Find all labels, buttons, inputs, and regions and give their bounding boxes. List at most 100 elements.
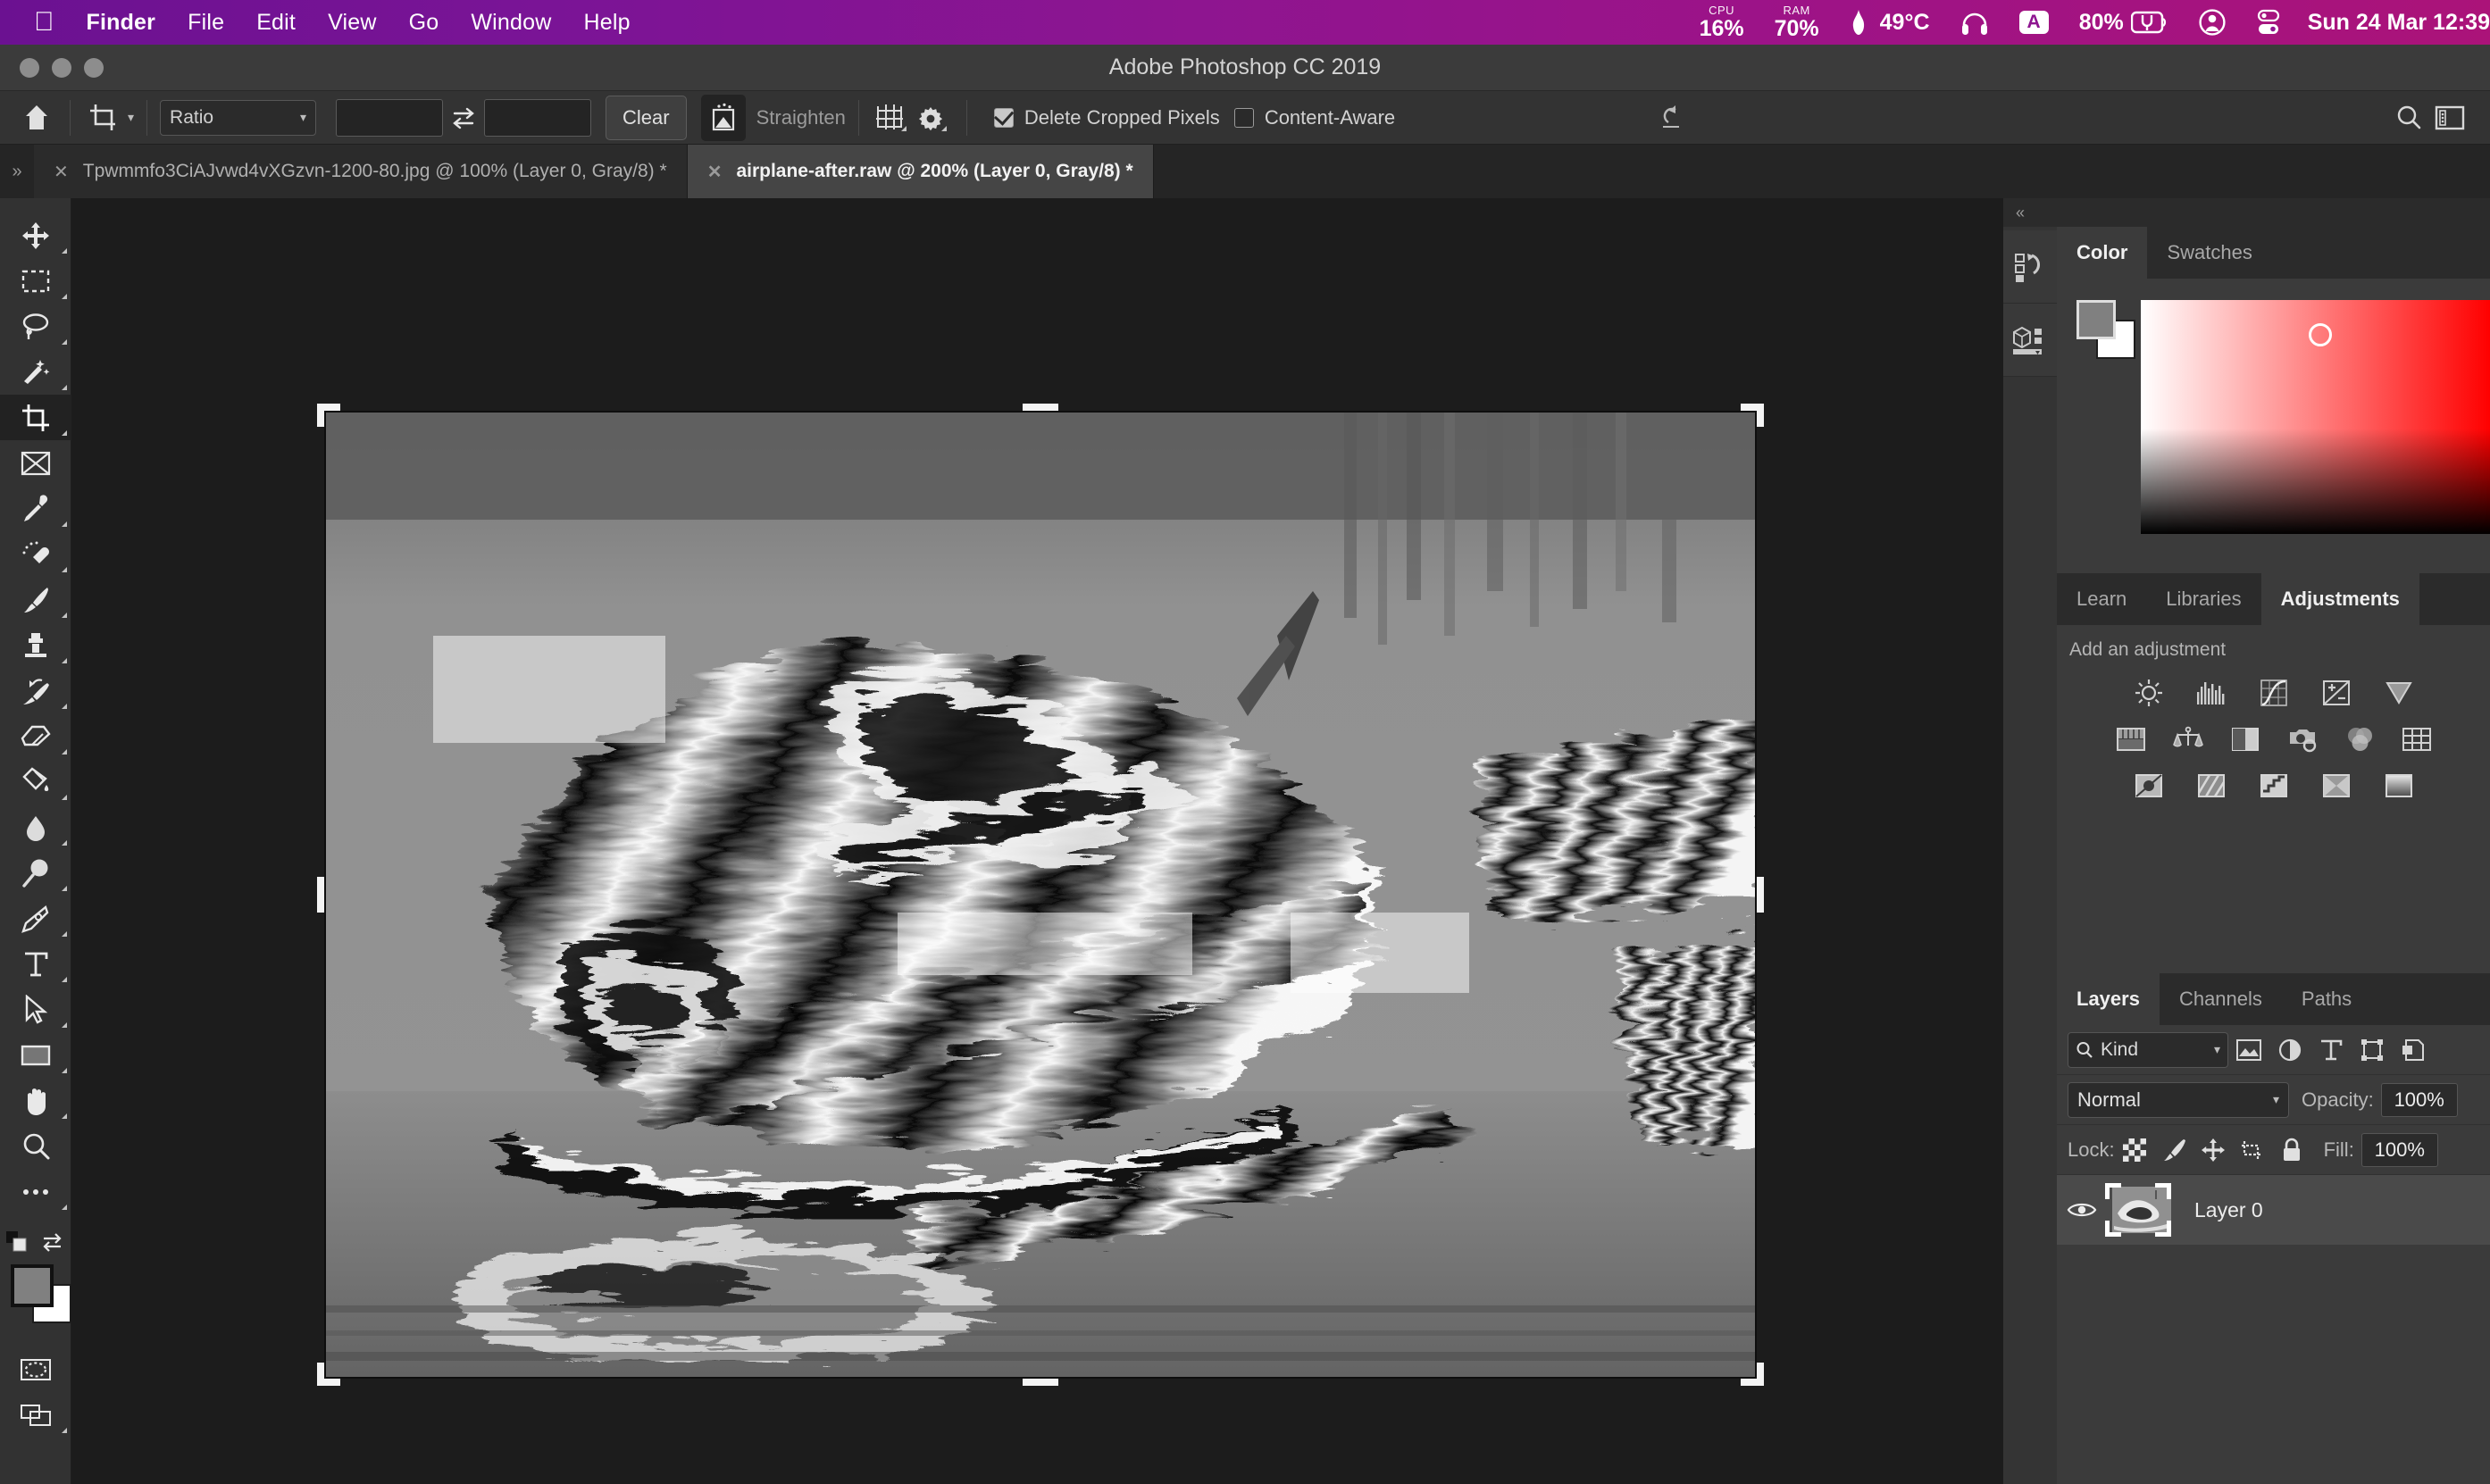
filter-adjustment-icon[interactable]: [2269, 1038, 2310, 1063]
straighten-label[interactable]: Straighten: [756, 106, 846, 129]
foreground-color-swatch[interactable]: [11, 1264, 54, 1307]
pen-tool[interactable]: [0, 896, 71, 941]
opacity-value[interactable]: 100%: [2380, 1082, 2458, 1117]
crop-handle-bottom-left[interactable]: [317, 1363, 340, 1386]
chevron-down-icon[interactable]: ▾: [128, 110, 134, 125]
battery-charging-icon[interactable]: [2130, 11, 2168, 34]
gear-icon[interactable]: [913, 97, 954, 138]
gradient-tool[interactable]: [0, 759, 71, 805]
hand-tool[interactable]: [0, 1078, 71, 1123]
ram-status[interactable]: RAM 70%: [1775, 4, 1819, 40]
spot-healing-tool[interactable]: [0, 531, 71, 577]
color-balance-icon[interactable]: [2168, 721, 2208, 757]
brush-tool[interactable]: [0, 577, 71, 622]
levels-icon[interactable]: [2192, 675, 2231, 711]
history-brush-tool[interactable]: [0, 668, 71, 713]
swap-colors-icon[interactable]: [41, 1231, 64, 1257]
headphones-icon[interactable]: [1960, 9, 1989, 36]
home-icon[interactable]: [16, 97, 57, 138]
curves-icon[interactable]: [2254, 675, 2294, 711]
canvas-area[interactable]: [71, 198, 2003, 1484]
threshold-icon[interactable]: [2254, 768, 2294, 804]
filter-smart-object-icon[interactable]: [2393, 1038, 2434, 1063]
tab-channels[interactable]: Channels: [2159, 973, 2282, 1025]
swap-arrows-icon[interactable]: [443, 104, 484, 131]
document-tab-2[interactable]: ✕ airplane-after.raw @ 200% (Layer 0, Gr…: [687, 145, 1154, 198]
history-panel-icon[interactable]: [2003, 230, 2057, 304]
photo-filter-icon[interactable]: [2283, 721, 2322, 757]
zoom-tool[interactable]: [0, 1123, 71, 1169]
default-colors-icon[interactable]: [5, 1230, 29, 1257]
crop-handle-top-right[interactable]: [1741, 404, 1764, 427]
invert-icon[interactable]: [2129, 768, 2168, 804]
black-white-icon[interactable]: [2226, 721, 2265, 757]
gradient-map-icon[interactable]: [2317, 768, 2356, 804]
crop-handle-top-center[interactable]: [1023, 404, 1058, 411]
delete-cropped-pixels-checkbox[interactable]: Delete Cropped Pixels: [993, 106, 1220, 129]
eye-icon[interactable]: [2057, 1200, 2107, 1220]
edit-toolbar-button[interactable]: [0, 1169, 71, 1214]
menu-item-edit[interactable]: Edit: [256, 10, 296, 36]
collapse-panels-icon[interactable]: «: [2003, 198, 2490, 227]
filter-type-icon[interactable]: [2310, 1038, 2352, 1063]
tab-paths[interactable]: Paths: [2281, 973, 2372, 1025]
eyedropper-tool[interactable]: [0, 486, 71, 531]
crop-height-input[interactable]: [484, 98, 592, 137]
tab-layers[interactable]: Layers: [2057, 973, 2160, 1025]
properties-3d-panel-icon[interactable]: [2003, 304, 2057, 377]
foreground-background-colors[interactable]: [0, 1264, 71, 1346]
color-picker-field[interactable]: [2141, 300, 2490, 534]
blend-mode-select[interactable]: Normal ▾: [2068, 1081, 2289, 1118]
layer-row[interactable]: Layer 0: [2057, 1175, 2490, 1245]
menu-item-window[interactable]: Window: [471, 10, 551, 36]
tab-libraries[interactable]: Libraries: [2146, 573, 2261, 625]
exposure-icon[interactable]: [2317, 675, 2356, 711]
quick-mask-button[interactable]: [0, 1346, 71, 1392]
reset-arrow-icon[interactable]: [1650, 97, 1692, 138]
foreground-color-swatch[interactable]: [2076, 300, 2116, 339]
crop-handle-middle-right[interactable]: [1757, 877, 1764, 913]
apple-logo-icon[interactable]: : [34, 9, 54, 36]
hue-saturation-icon[interactable]: [2111, 721, 2151, 757]
filter-shape-icon[interactable]: [2352, 1038, 2393, 1063]
user-account-icon[interactable]: [2199, 9, 2226, 36]
checkbox-box[interactable]: [1233, 107, 1254, 128]
document-tab-1[interactable]: ✕ Tpwmmfo3CiAJvwd4vXGzvn-1200-80.jpg @ 1…: [34, 145, 688, 198]
active-tool-preset[interactable]: ▾: [83, 97, 134, 138]
menu-item-view[interactable]: View: [328, 10, 377, 36]
dodge-tool[interactable]: [0, 850, 71, 896]
menu-item-finder[interactable]: Finder: [87, 10, 156, 36]
layers-empty-space[interactable]: [2057, 1245, 2490, 1484]
control-center-icon[interactable]: [2256, 9, 2281, 36]
lock-image-pixels-icon[interactable]: [2154, 1138, 2193, 1163]
lock-all-icon[interactable]: [2272, 1138, 2311, 1163]
color-panel-swatches[interactable]: [2076, 300, 2135, 359]
rectangle-tool[interactable]: [0, 1032, 71, 1078]
crop-overlay-grid-icon[interactable]: [872, 97, 913, 138]
posterize-icon[interactable]: [2192, 768, 2231, 804]
content-aware-checkbox[interactable]: Content-Aware: [1233, 106, 1395, 129]
layer-filter-kind-select[interactable]: Kind ▾: [2068, 1031, 2228, 1068]
lock-transparent-pixels-icon[interactable]: [2115, 1138, 2154, 1162]
color-picker-ring-icon[interactable]: [2309, 323, 2332, 346]
close-tab-icon[interactable]: ✕: [707, 161, 723, 183]
crop-ratio-select[interactable]: Ratio ▾: [160, 99, 317, 136]
clone-stamp-tool[interactable]: [0, 622, 71, 668]
vibrance-icon[interactable]: [2379, 675, 2419, 711]
lasso-tool[interactable]: [0, 304, 71, 349]
menu-bar-clock[interactable]: Sun 24 Mar 12:39: [2308, 10, 2490, 36]
crop-handle-middle-left[interactable]: [317, 877, 324, 913]
input-source-badge[interactable]: A: [2018, 11, 2049, 34]
color-lookup-icon[interactable]: [2397, 721, 2436, 757]
crop-width-input[interactable]: [336, 98, 444, 137]
eraser-tool[interactable]: [0, 713, 71, 759]
tab-swatches[interactable]: Swatches: [2147, 227, 2272, 279]
menu-item-go[interactable]: Go: [409, 10, 439, 36]
menu-item-file[interactable]: File: [188, 10, 224, 36]
toolbar-drag-handle[interactable]: [0, 205, 71, 213]
fill-value[interactable]: 100%: [2360, 1132, 2438, 1167]
crop-handle-bottom-right[interactable]: [1741, 1363, 1764, 1386]
straighten-icon[interactable]: [700, 94, 746, 141]
close-tab-icon[interactable]: ✕: [54, 161, 69, 183]
tab-color[interactable]: Color: [2057, 227, 2148, 279]
